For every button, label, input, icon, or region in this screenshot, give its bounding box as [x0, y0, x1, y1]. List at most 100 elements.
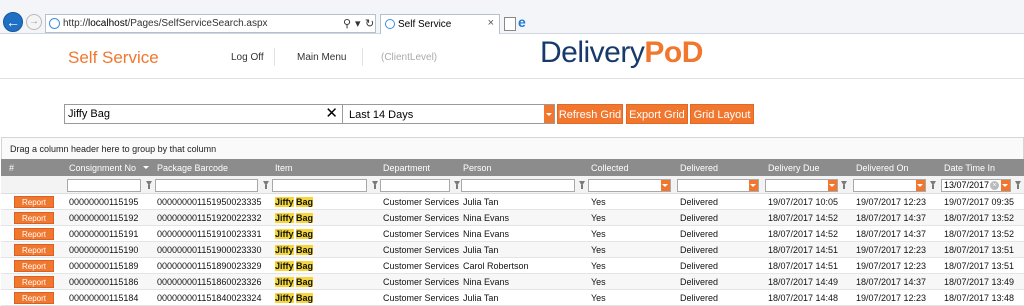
delivered-on-filter[interactable]: [853, 179, 926, 192]
filter-icon[interactable]: [841, 181, 847, 189]
chevron-down-icon[interactable]: [544, 105, 554, 123]
col-header-item[interactable]: Item: [275, 163, 293, 173]
forward-arrow-icon[interactable]: →: [26, 14, 42, 30]
consignment-cell: 00000000115191: [69, 229, 139, 239]
chevron-down-icon[interactable]: [749, 180, 758, 191]
search-input[interactable]: [65, 105, 315, 123]
filter-icon[interactable]: [579, 181, 585, 189]
back-arrow-icon[interactable]: ←: [3, 12, 23, 32]
col-header-person[interactable]: Person: [463, 163, 492, 173]
clear-icon[interactable]: ×: [990, 181, 999, 190]
barcode-filter[interactable]: [155, 179, 258, 192]
report-button[interactable]: Report: [14, 196, 54, 208]
collected-cell: Yes: [591, 245, 606, 255]
person-cell: Julia Tan: [463, 197, 499, 207]
department-cell: Customer Services: [383, 261, 460, 271]
filter-icon[interactable]: [263, 181, 269, 189]
table-row[interactable]: Report 00000000115190 000000001151900023…: [1, 242, 1024, 258]
report-button[interactable]: Report: [14, 244, 54, 256]
delivered-on-cell: 19/07/2017 12:23: [856, 261, 927, 271]
tab-title: Self Service: [398, 19, 452, 30]
filter-icon[interactable]: [454, 181, 460, 189]
report-button[interactable]: Report: [14, 276, 54, 288]
nav-divider: [362, 48, 363, 66]
col-header-department[interactable]: Department: [383, 163, 430, 173]
consignment-cell: 00000000115184: [69, 293, 139, 303]
grid-layout-button[interactable]: Grid Layout: [690, 104, 754, 124]
table-row[interactable]: Report 00000000115192 000000001151920022…: [1, 210, 1024, 226]
main-menu-link[interactable]: Main Menu: [297, 52, 346, 63]
delivered-cell: Delivered: [680, 261, 719, 271]
item-filter[interactable]: [272, 179, 367, 192]
date-time-in-cell: 18/07/2017 13:51: [944, 245, 1015, 255]
department-cell: Customer Services: [383, 213, 460, 223]
clear-icon[interactable]: ✕: [325, 105, 338, 123]
tab-page-icon: [385, 19, 395, 29]
collected-filter[interactable]: [588, 179, 671, 192]
chevron-down-icon[interactable]: ▾: [355, 17, 361, 30]
col-header-delivery-due[interactable]: Delivery Due: [768, 163, 820, 173]
person-cell: Carol Robertson: [463, 261, 529, 271]
refresh-icon[interactable]: ↻: [365, 17, 374, 30]
delivery-due-cell: 18/07/2017 14:51: [768, 245, 839, 255]
filter-icon[interactable]: [372, 181, 378, 189]
person-filter[interactable]: [461, 179, 575, 192]
group-panel[interactable]: Drag a column header here to group by th…: [1, 137, 1024, 159]
grid-header: # Consignment No Package Barcode Item De…: [1, 159, 1024, 176]
col-header-consignment[interactable]: Consignment No: [69, 163, 136, 173]
grid-rows: Report 00000000115195 000000001151950023…: [1, 194, 1024, 306]
delivery-due-filter[interactable]: [765, 179, 838, 192]
search-icon[interactable]: ⚲: [343, 17, 351, 30]
item-cell: Jiffy Bag: [275, 213, 314, 223]
close-icon[interactable]: ×: [488, 17, 494, 29]
date-time-in-cell: 18/07/2017 13:51: [944, 261, 1015, 271]
report-button[interactable]: Report: [14, 260, 54, 272]
nav-divider: [274, 48, 275, 66]
filter-icon[interactable]: [146, 181, 152, 189]
table-row[interactable]: Report 00000000115184 000000001151840023…: [1, 290, 1024, 306]
chevron-down-icon[interactable]: [1001, 180, 1010, 191]
chevron-down-icon[interactable]: [828, 180, 837, 191]
consignment-filter[interactable]: [67, 179, 141, 192]
col-header-barcode[interactable]: Package Barcode: [157, 163, 228, 173]
collected-cell: Yes: [591, 229, 606, 239]
department-cell: Customer Services: [383, 229, 460, 239]
delivery-due-cell: 18/07/2017 14:52: [768, 229, 839, 239]
chevron-down-icon[interactable]: [661, 180, 670, 191]
col-header-index[interactable]: #: [9, 163, 14, 173]
delivered-on-cell: 19/07/2017 12:23: [856, 293, 927, 303]
filter-icon[interactable]: [1015, 181, 1021, 189]
department-filter[interactable]: [380, 179, 450, 192]
filter-icon[interactable]: [930, 181, 936, 189]
table-row[interactable]: Report 00000000115195 000000001151950023…: [1, 194, 1024, 210]
col-header-delivered[interactable]: Delivered: [680, 163, 718, 173]
browser-tab[interactable]: Self Service ×: [380, 14, 500, 34]
chevron-down-icon[interactable]: [916, 180, 925, 191]
col-header-delivered-on[interactable]: Delivered On: [856, 163, 909, 173]
delivery-due-cell: 18/07/2017 14:52: [768, 213, 839, 223]
barcode-cell: 000000001151890023329: [157, 261, 262, 271]
report-button[interactable]: Report: [14, 292, 54, 304]
table-row[interactable]: Report 00000000115186 000000001151860023…: [1, 274, 1024, 290]
barcode-cell: 000000001151920022332: [157, 213, 262, 223]
delivered-on-cell: 18/07/2017 14:37: [856, 213, 927, 223]
item-cell: Jiffy Bag: [275, 293, 314, 303]
group-hint: Drag a column header here to group by th…: [10, 144, 217, 154]
export-grid-button[interactable]: Export Grid: [626, 104, 688, 124]
period-select[interactable]: Last 14 Days: [343, 104, 555, 124]
log-off-link[interactable]: Log Off: [231, 52, 264, 63]
report-button[interactable]: Report: [14, 212, 54, 224]
address-bar[interactable]: http://localhost/Pages/SelfServiceSearch…: [45, 14, 376, 33]
collected-cell: Yes: [591, 213, 606, 223]
table-row[interactable]: Report 00000000115191 000000001151910023…: [1, 226, 1024, 242]
table-row[interactable]: Report 00000000115189 000000001151890023…: [1, 258, 1024, 274]
ie-logo-icon[interactable]: e: [518, 15, 532, 29]
col-header-collected[interactable]: Collected: [591, 163, 629, 173]
new-tab-icon[interactable]: [504, 17, 516, 31]
delivered-filter[interactable]: [677, 179, 759, 192]
date-time-in-filter[interactable]: 13/07/2017 ×: [941, 179, 1011, 192]
col-header-date-time-in[interactable]: Date Time In: [944, 163, 995, 173]
report-button[interactable]: Report: [14, 228, 54, 240]
refresh-grid-button[interactable]: Refresh Grid: [557, 104, 623, 124]
collected-cell: Yes: [591, 261, 606, 271]
